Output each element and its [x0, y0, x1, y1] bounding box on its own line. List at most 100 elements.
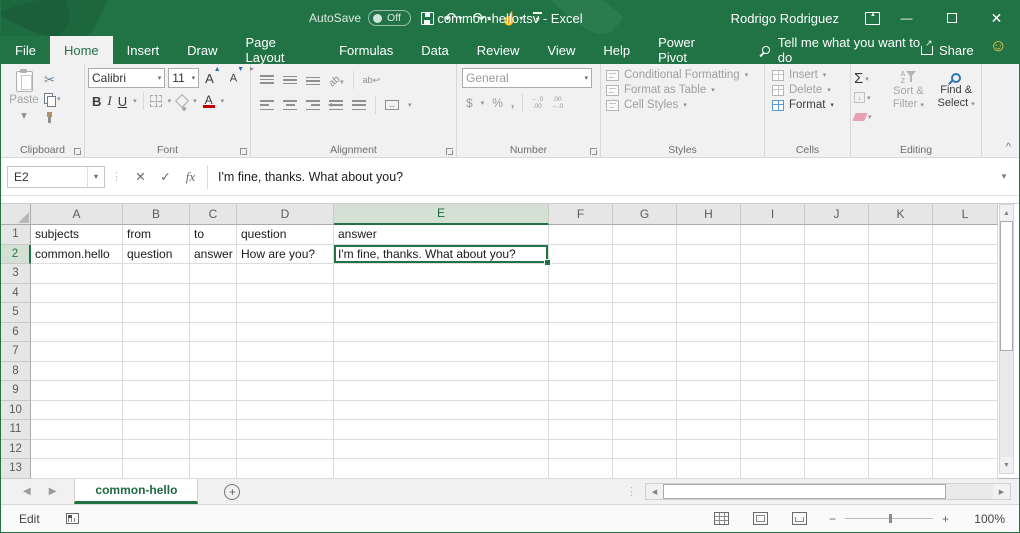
cell-D3[interactable] [237, 264, 334, 284]
cell-G4[interactable] [613, 284, 677, 304]
font-dialog-launcher[interactable] [240, 148, 247, 155]
cell-G12[interactable] [613, 440, 677, 460]
cell-F9[interactable] [549, 381, 613, 401]
prev-sheet-button[interactable]: ◀ [23, 486, 31, 497]
next-sheet-button[interactable]: ▶ [49, 486, 57, 497]
tab-page-layout[interactable]: Page Layout [232, 36, 326, 64]
cell-D5[interactable] [237, 303, 334, 323]
cell-K6[interactable] [869, 323, 933, 343]
delete-cells-button[interactable]: Delete▾ [768, 84, 847, 96]
cell-C1[interactable]: to [190, 225, 237, 245]
cell-I3[interactable] [741, 264, 805, 284]
cell-C10[interactable] [190, 401, 237, 421]
cell-J1[interactable] [805, 225, 869, 245]
italic-button[interactable]: I [107, 93, 111, 109]
cell-D1[interactable]: question [237, 225, 334, 245]
collapse-ribbon-button[interactable]: ^ [1006, 141, 1011, 153]
cell-D6[interactable] [237, 323, 334, 343]
cell-A1[interactable]: subjects [31, 225, 123, 245]
zoom-in-button[interactable]: + [942, 512, 949, 526]
align-right-button[interactable] [306, 100, 320, 110]
column-header-L[interactable]: L [933, 204, 998, 225]
row-header-11[interactable]: 11 [1, 420, 31, 440]
cell-H13[interactable] [677, 459, 741, 479]
chevron-down-icon[interactable]: ▾ [487, 11, 491, 26]
page-break-preview-button[interactable] [792, 512, 807, 525]
cell-H6[interactable] [677, 323, 741, 343]
page-layout-view-button[interactable] [753, 512, 768, 525]
cell-L12[interactable] [933, 440, 998, 460]
close-button[interactable]: ✕ [974, 0, 1019, 36]
cell-F6[interactable] [549, 323, 613, 343]
cell-C7[interactable] [190, 342, 237, 362]
cell-E6[interactable] [334, 323, 549, 343]
column-header-K[interactable]: K [869, 204, 933, 225]
row-header-4[interactable]: 4 [1, 284, 31, 304]
cell-K13[interactable] [869, 459, 933, 479]
cell-F5[interactable] [549, 303, 613, 323]
align-bottom-button[interactable] [306, 75, 320, 85]
fill-color-icon[interactable] [175, 94, 189, 108]
vertical-scroll-track[interactable] [1000, 351, 1013, 457]
underline-button[interactable]: U [118, 94, 127, 109]
row-header-7[interactable]: 7 [1, 342, 31, 362]
cell-L13[interactable] [933, 459, 998, 479]
row-header-10[interactable]: 10 [1, 401, 31, 421]
cell-B13[interactable] [123, 459, 190, 479]
cell-E10[interactable] [334, 401, 549, 421]
expand-formula-bar-button[interactable]: ▾ [995, 171, 1013, 182]
row-header-12[interactable]: 12 [1, 440, 31, 460]
cell-K8[interactable] [869, 362, 933, 382]
sort-filter-button[interactable]: AZ Sort & Filter ▾ [887, 68, 931, 142]
font-name-select[interactable]: Calibri▾ [88, 68, 165, 88]
cell-I1[interactable] [741, 225, 805, 245]
cell-C11[interactable] [190, 420, 237, 440]
format-painter-button[interactable] [44, 111, 61, 125]
cell-G10[interactable] [613, 401, 677, 421]
bold-button[interactable]: B [92, 94, 101, 109]
cell-A13[interactable] [31, 459, 123, 479]
cell-L3[interactable] [933, 264, 998, 284]
cell-J8[interactable] [805, 362, 869, 382]
cell-L4[interactable] [933, 284, 998, 304]
cell-L2[interactable] [933, 245, 998, 265]
column-header-J[interactable]: J [805, 204, 869, 225]
cell-G3[interactable] [613, 264, 677, 284]
macro-record-icon[interactable] [66, 513, 79, 524]
cell-F1[interactable] [549, 225, 613, 245]
row-header-3[interactable]: 3 [1, 264, 31, 284]
scroll-down-button[interactable]: ▼ [1000, 457, 1013, 473]
clipboard-dialog-launcher[interactable] [74, 148, 81, 155]
cell-I6[interactable] [741, 323, 805, 343]
column-header-H[interactable]: H [677, 204, 741, 225]
cell-H8[interactable] [677, 362, 741, 382]
cell-I5[interactable] [741, 303, 805, 323]
cell-G13[interactable] [613, 459, 677, 479]
cell-I9[interactable] [741, 381, 805, 401]
horizontal-scroll-track[interactable] [946, 484, 993, 499]
cut-button[interactable]: ✂ [44, 73, 61, 87]
cell-F10[interactable] [549, 401, 613, 421]
cell-A6[interactable] [31, 323, 123, 343]
cell-D9[interactable] [237, 381, 334, 401]
align-center-button[interactable] [283, 100, 297, 110]
zoom-level[interactable]: 100% [963, 512, 1005, 526]
tab-data[interactable]: Data [407, 36, 462, 64]
row-header-6[interactable]: 6 [1, 323, 31, 343]
cell-A12[interactable] [31, 440, 123, 460]
chevron-down-icon[interactable]: ▾ [221, 97, 225, 105]
cell-E8[interactable] [334, 362, 549, 382]
font-size-select[interactable]: 11▾ [168, 68, 199, 88]
column-header-B[interactable]: B [123, 204, 190, 225]
font-color-button[interactable]: A [203, 95, 215, 108]
cell-H9[interactable] [677, 381, 741, 401]
chevron-down-icon[interactable]: ▾ [408, 101, 412, 109]
cell-G8[interactable] [613, 362, 677, 382]
cell-F13[interactable] [549, 459, 613, 479]
cell-C3[interactable] [190, 264, 237, 284]
touch-mouse-mode-button[interactable]: ☝▾ [501, 11, 523, 26]
cell-I7[interactable] [741, 342, 805, 362]
increase-indent-button[interactable] [352, 100, 366, 110]
cell-G1[interactable] [613, 225, 677, 245]
cell-K2[interactable] [869, 245, 933, 265]
